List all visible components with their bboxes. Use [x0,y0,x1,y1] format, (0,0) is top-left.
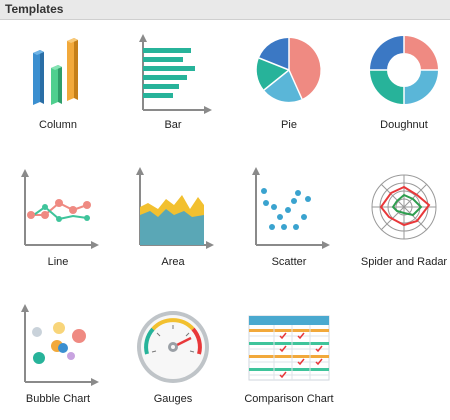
template-doughnut[interactable]: Doughnut [348,18,450,146]
template-label: Bubble Chart [25,393,91,405]
radar-chart-icon [371,174,437,240]
column-chart-icon [33,38,78,105]
template-label: Line [47,256,69,268]
pie-chart-icon [256,37,321,102]
template-scatter[interactable]: Scatter [233,155,345,283]
template-label: Scatter [271,256,307,268]
template-area[interactable]: Area [117,155,229,283]
template-spider-radar[interactable]: Spider and Radar [348,155,450,283]
area-chart-icon [136,167,214,249]
template-pie[interactable]: Pie [233,18,345,146]
comparison-chart-icon [248,315,330,381]
template-bubble[interactable]: Bubble Chart [2,292,114,420]
template-label: Area [161,256,185,268]
gauge-icon [137,311,209,383]
templates-header: Templates [0,0,450,20]
template-label: Pie [281,119,297,131]
templates-panel: Templates Column Bar Pie Doughnut Line A… [0,0,450,408]
template-label: Column [39,119,77,131]
template-column[interactable]: Column [2,18,114,146]
template-bar[interactable]: Bar [117,18,229,146]
template-gauges[interactable]: Gauges [117,292,229,420]
bubble-chart-icon [21,304,99,386]
template-label: Bar [164,119,182,131]
template-label: Spider and Radar [360,256,448,268]
bar-chart-icon [139,34,212,114]
line-chart-icon [21,169,99,249]
scatter-chart-icon [252,167,330,249]
template-label: Comparison Chart [244,393,334,405]
template-label: Doughnut [380,119,428,131]
template-line[interactable]: Line [2,155,114,283]
template-comparison[interactable]: Comparison Chart [233,292,345,420]
template-label: Gauges [153,393,193,405]
templates-title: Templates [5,2,64,16]
doughnut-chart-icon [370,36,438,104]
